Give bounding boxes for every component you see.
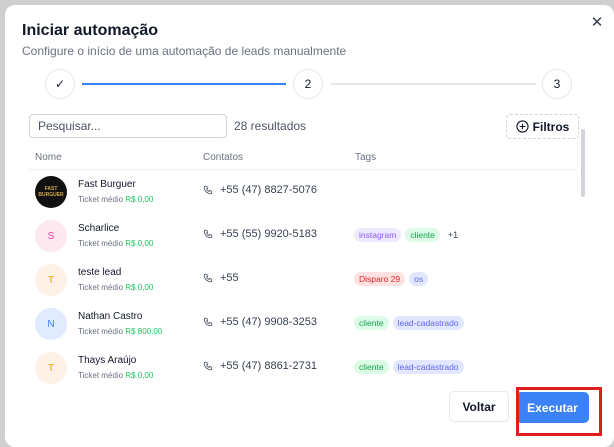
phone-icon	[203, 229, 213, 239]
column-header-contacts: Contatos	[203, 152, 244, 163]
step-connector-pending	[331, 83, 536, 85]
step-3: 3	[542, 69, 572, 99]
tag[interactable]: cliente	[405, 228, 440, 242]
automation-dialog: Iniciar automação Configure o início de …	[5, 5, 614, 447]
results-count: 28 resultados	[234, 119, 307, 133]
tag[interactable]: lead-cadastrado	[392, 316, 464, 330]
tag[interactable]: instagram	[354, 228, 402, 242]
phone-icon	[203, 361, 213, 371]
phone-number: +55 (55) 9920-5183	[220, 228, 317, 240]
step-2: 2	[293, 69, 323, 99]
phone-number: +55 (47) 9908-3253	[220, 316, 317, 328]
column-header-name: Nome	[35, 152, 62, 163]
lead-name: teste lead	[78, 267, 122, 278]
tag[interactable]: os	[409, 272, 429, 286]
contact: +55	[203, 272, 239, 284]
lead-name: Thays Araújo	[78, 355, 137, 366]
ticket-value: R$ 0,00	[125, 371, 154, 380]
ticket-info: Ticket médio R$ 0,00	[78, 239, 153, 248]
step-3-label: 3	[553, 77, 561, 91]
contact: +55 (47) 8861-2731	[203, 360, 317, 372]
lead-name: Fast Burguer	[78, 179, 136, 190]
plus-circle-icon	[516, 120, 529, 133]
lead-name: Scharlice	[78, 223, 120, 234]
column-header-tags: Tags	[355, 152, 377, 163]
ticket-label: Ticket médio	[78, 327, 124, 336]
phone-icon	[203, 273, 213, 283]
tag[interactable]: lead-cadastrado	[392, 360, 464, 374]
tag-list: Disparo 29 os	[354, 272, 429, 286]
ticket-info: Ticket médio R$ 0,00	[78, 371, 153, 380]
table-row[interactable]: T teste lead Ticket médio R$ 0,00 +55 Di…	[29, 258, 577, 302]
avatar: FAST BURGUER	[35, 176, 67, 208]
step-2-label: 2	[304, 77, 312, 91]
contact: +55 (47) 9908-3253	[203, 316, 317, 328]
ticket-label: Ticket médio	[78, 283, 124, 292]
lead-name: Nathan Castro	[78, 311, 143, 322]
tag-list: instagram cliente +1	[354, 228, 458, 242]
phone-icon	[203, 185, 213, 195]
tag[interactable]: cliente	[354, 360, 389, 374]
logo-text: BURGUER	[38, 192, 64, 198]
phone-number: +55 (47) 8861-2731	[220, 360, 317, 372]
close-icon[interactable]: ✕	[589, 15, 605, 31]
table-row[interactable]: N Nathan Castro Ticket médio R$ 800,00 +…	[29, 302, 577, 346]
avatar: T	[35, 264, 67, 296]
avatar: N	[35, 308, 67, 340]
tag-list: cliente lead-cadastrado	[354, 316, 464, 330]
tag[interactable]: Disparo 29	[354, 272, 406, 286]
filters-label: Filtros	[532, 119, 570, 134]
back-button[interactable]: Voltar	[449, 391, 509, 422]
search-input[interactable]	[29, 114, 227, 138]
table-row[interactable]: T Thays Araújo Ticket médio R$ 0,00 +55 …	[29, 346, 577, 390]
contact: +55 (55) 9920-5183	[203, 228, 317, 240]
step-1: ✓	[45, 69, 75, 99]
dialog-subtitle: Configure o início de uma automação de l…	[22, 44, 347, 58]
ticket-info: Ticket médio R$ 0,00	[78, 283, 153, 292]
dialog-title: Iniciar automação	[22, 22, 159, 39]
table-row[interactable]: FAST BURGUER Fast Burguer Ticket médio R…	[29, 170, 577, 214]
tag[interactable]: cliente	[354, 316, 389, 330]
ticket-label: Ticket médio	[78, 371, 124, 380]
ticket-label: Ticket médio	[78, 195, 124, 204]
phone-icon	[203, 317, 213, 327]
step-connector-completed	[82, 83, 286, 85]
ticket-value: R$ 0,00	[125, 195, 154, 204]
ticket-value: R$ 800,00	[125, 327, 163, 336]
contact: +55 (47) 8827-5076	[203, 184, 317, 196]
table-row[interactable]: S Scharlice Ticket médio R$ 0,00 +55 (55…	[29, 214, 577, 258]
ticket-value: R$ 0,00	[125, 239, 154, 248]
filters-button[interactable]: Filtros	[506, 114, 579, 139]
check-icon: ✓	[54, 77, 66, 91]
ticket-value: R$ 0,00	[125, 283, 154, 292]
ticket-info: Ticket médio R$ 0,00	[78, 195, 153, 204]
phone-number: +55 (47) 8827-5076	[220, 184, 317, 196]
ticket-info: Ticket médio R$ 800,00	[78, 327, 162, 336]
phone-number: +55	[220, 272, 239, 284]
more-tags-count[interactable]: +1	[448, 230, 458, 240]
ticket-label: Ticket médio	[78, 239, 124, 248]
avatar: T	[35, 352, 67, 384]
tag-list: cliente lead-cadastrado	[354, 360, 464, 374]
scrollbar[interactable]	[581, 129, 585, 197]
execute-button[interactable]: Executar	[516, 392, 589, 423]
avatar: S	[35, 220, 67, 252]
